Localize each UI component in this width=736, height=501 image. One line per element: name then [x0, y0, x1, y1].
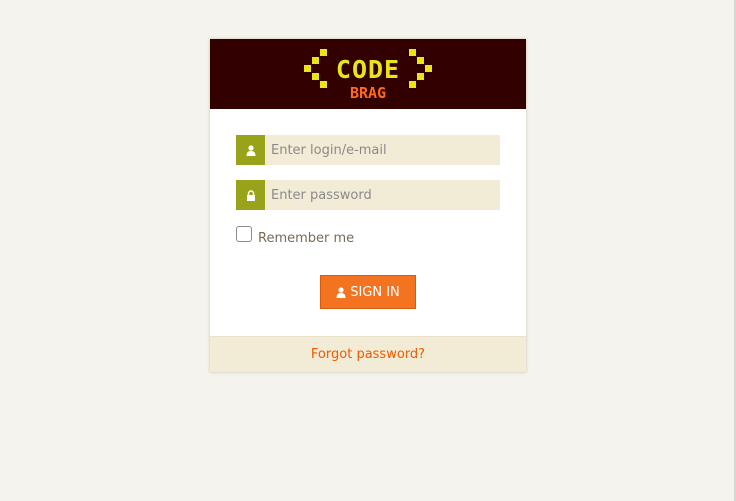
logo-brag-text: BRAG	[350, 84, 386, 100]
user-icon	[336, 286, 346, 298]
codebrag-logo: CODE BRAG	[304, 49, 432, 100]
login-form: Remember me SIGN IN	[210, 109, 526, 337]
logo-code-text: CODE	[336, 55, 400, 84]
password-field	[236, 180, 500, 210]
card-footer: Forgot password?	[210, 336, 526, 372]
remember-checkbox[interactable]	[236, 226, 252, 242]
login-input[interactable]	[265, 135, 500, 165]
sign-in-label: SIGN IN	[350, 284, 400, 300]
sign-in-button[interactable]: SIGN IN	[320, 275, 416, 309]
password-input[interactable]	[265, 180, 500, 210]
user-icon	[236, 135, 265, 165]
login-field	[236, 135, 500, 165]
remember-label: Remember me	[258, 231, 355, 246]
forgot-password-link[interactable]: Forgot password?	[311, 347, 425, 362]
lock-icon	[236, 180, 265, 210]
login-card: CODE BRAG Remember m	[210, 39, 526, 372]
remember-me[interactable]: Remember me	[236, 225, 354, 246]
card-header: CODE BRAG	[210, 39, 526, 109]
